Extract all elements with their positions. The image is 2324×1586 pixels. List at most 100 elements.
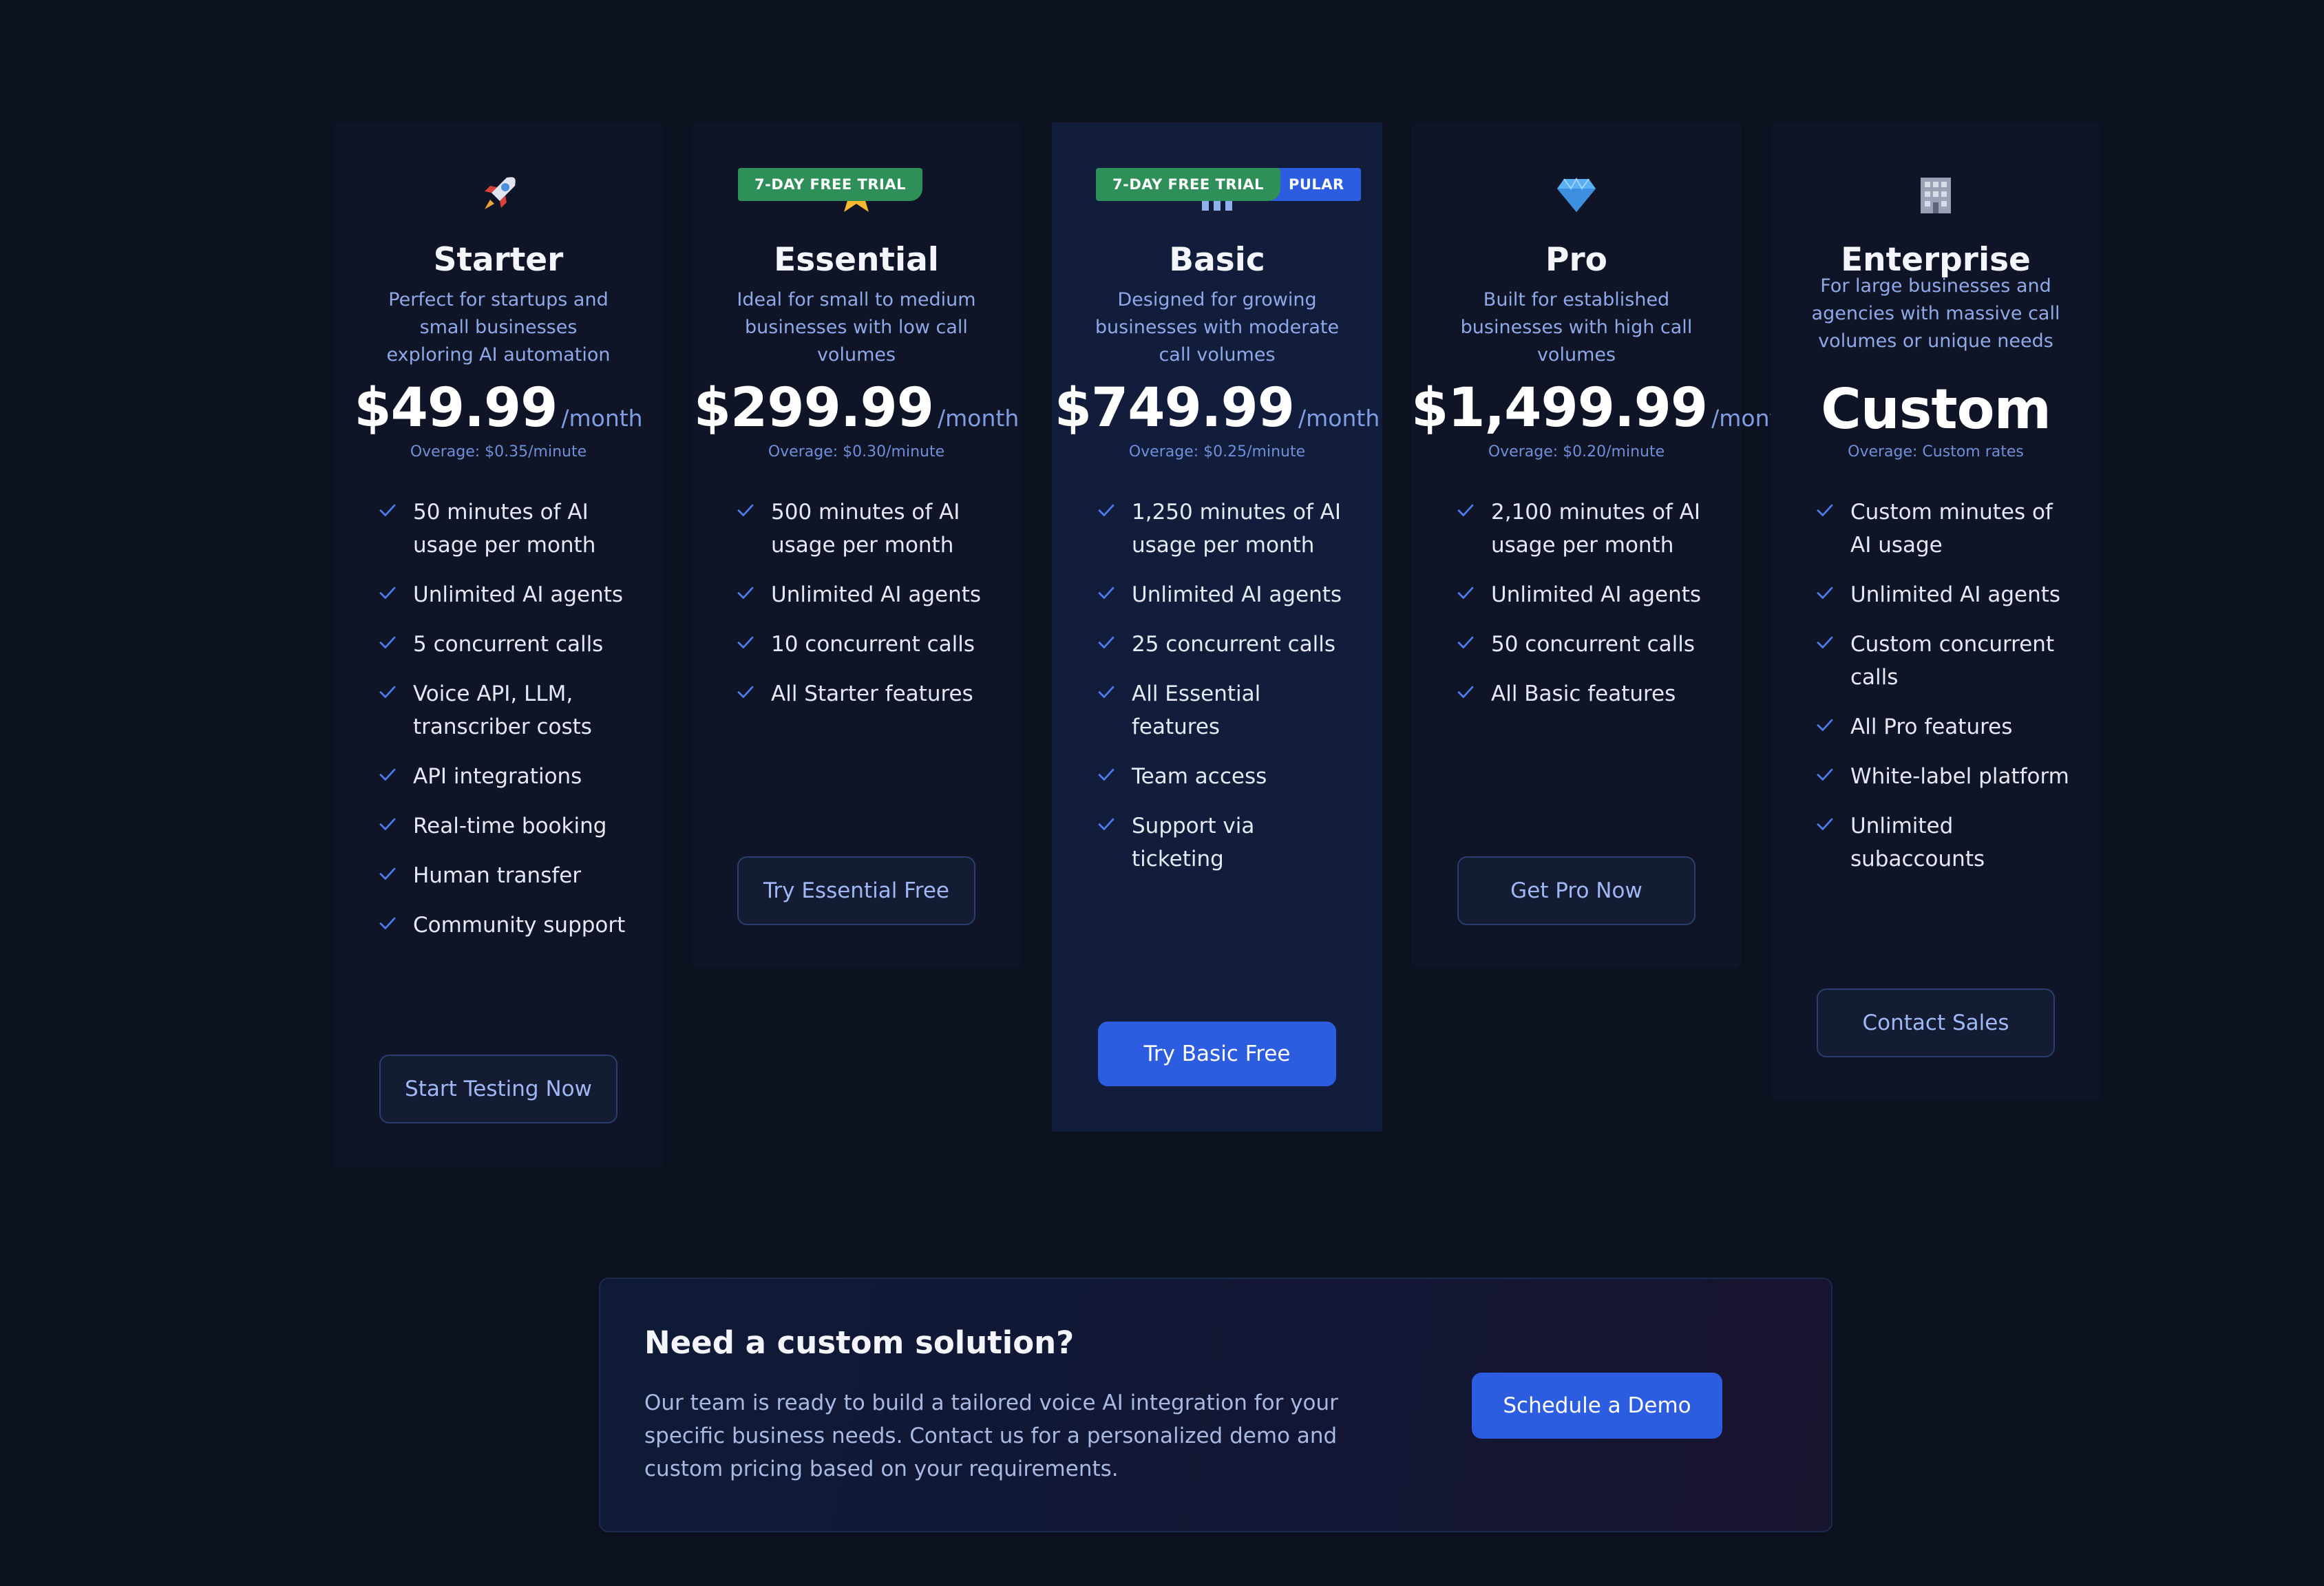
- feature-text: All Essential features: [1132, 681, 1261, 739]
- feature-text: Team access: [1132, 764, 1267, 789]
- feature-item: 1,250 minutes of AI usage per month: [1096, 496, 1351, 562]
- custom-solution-body: Our team is ready to build a tailored vo…: [644, 1391, 1338, 1481]
- feature-item: Unlimited subaccounts: [1815, 810, 2069, 876]
- feature-item: 500 minutes of AI usage per month: [735, 496, 990, 562]
- check-icon: [379, 818, 396, 830]
- feature-item: All Essential features: [1096, 677, 1351, 743]
- check-icon: [1098, 768, 1115, 781]
- feature-text: 5 concurrent calls: [413, 632, 604, 657]
- feature-text: Community support: [413, 913, 626, 938]
- feature-text: Unlimited AI agents: [1491, 582, 1702, 607]
- contact-sales-button[interactable]: Contact Sales: [1817, 988, 2055, 1057]
- check-icon: [379, 504, 396, 516]
- check-icon: [737, 504, 754, 516]
- feature-item: Community support: [377, 909, 632, 942]
- feature-text: Custom concurrent calls: [1850, 632, 2055, 690]
- price-period: /month: [561, 405, 643, 432]
- check-icon: [1817, 719, 1833, 731]
- feature-text: 50 concurrent calls: [1491, 632, 1696, 657]
- feature-text: Human transfer: [413, 863, 582, 888]
- plan-description: Ideal for small to medium businesses wit…: [737, 289, 976, 366]
- plan-description: Designed for growing businesses with mod…: [1095, 289, 1340, 366]
- plan-description: Built for established businesses with hi…: [1460, 289, 1693, 366]
- check-icon: [1457, 686, 1474, 698]
- custom-solution-panel: Need a custom solution? Our team is read…: [599, 1278, 1832, 1532]
- plan-card-essential: 7-DAY FREE TRIAL Essential Ideal for sma…: [691, 123, 1022, 968]
- check-icon: [737, 686, 754, 698]
- feature-list: 1,250 minutes of AI usage per month Unli…: [1096, 496, 1351, 892]
- check-icon: [379, 586, 396, 599]
- plan-name: Pro: [1545, 241, 1607, 279]
- plan-name: Essential: [774, 241, 939, 279]
- schedule-demo-button[interactable]: Schedule a Demo: [1472, 1373, 1722, 1439]
- check-icon: [737, 636, 754, 648]
- feature-item: All Basic features: [1455, 677, 1710, 710]
- check-icon: [1817, 818, 1833, 830]
- feature-item: White-label platform: [1815, 760, 2069, 793]
- overage-rate: Overage: Custom rates: [1848, 443, 2024, 461]
- feature-list: 50 minutes of AI usage per month Unlimit…: [377, 496, 632, 958]
- feature-item: Real-time booking: [377, 810, 632, 843]
- plan-description: Perfect for startups and small businesse…: [386, 289, 611, 366]
- feature-text: Unlimited AI agents: [413, 582, 624, 607]
- feature-item: All Pro features: [1815, 710, 2069, 743]
- check-icon: [1817, 504, 1833, 516]
- feature-text: 25 concurrent calls: [1132, 632, 1336, 657]
- feature-list: 500 minutes of AI usage per month Unlimi…: [735, 496, 990, 727]
- feature-item: 25 concurrent calls: [1096, 628, 1351, 661]
- feature-text: White-label platform: [1850, 764, 2069, 789]
- plan-card-starter: Starter Perfect for startups and small b…: [333, 123, 664, 1167]
- feature-item: Team access: [1096, 760, 1351, 793]
- check-icon: [1098, 504, 1115, 516]
- feature-text: 50 minutes of AI usage per month: [413, 500, 596, 558]
- plan-description: For large businesses and agencies with m…: [1811, 275, 2060, 352]
- rocket-icon: [333, 167, 664, 222]
- check-icon: [1457, 586, 1474, 599]
- try-essential-button[interactable]: Try Essential Free: [737, 856, 975, 925]
- start-testing-button[interactable]: Start Testing Now: [379, 1055, 617, 1123]
- plan-name: Basic: [1169, 241, 1265, 279]
- plan-price: $299.99/month: [691, 377, 1022, 439]
- feature-text: Voice API, LLM, transcriber costs: [413, 681, 592, 739]
- feature-item: Custom minutes of AI usage: [1815, 496, 2069, 562]
- check-icon: [1098, 586, 1115, 599]
- check-icon: [737, 586, 754, 599]
- check-icon: [1098, 636, 1115, 648]
- check-icon: [1817, 636, 1833, 648]
- get-pro-button[interactable]: Get Pro Now: [1457, 856, 1696, 925]
- badge-group: 7-DAY FREE TRIAL: [738, 168, 922, 201]
- feature-list: 2,100 minutes of AI usage per month Unli…: [1455, 496, 1710, 727]
- plan-card-pro: Pro Built for established businesses wit…: [1411, 123, 1793, 968]
- feature-item: 2,100 minutes of AI usage per month: [1455, 496, 1710, 562]
- feature-item: Custom concurrent calls: [1815, 628, 2069, 694]
- plan-name: Starter: [433, 241, 564, 279]
- feature-text: 10 concurrent calls: [771, 632, 975, 657]
- plan-price: Custom: [1771, 377, 2101, 441]
- feature-item: Support via ticketing: [1096, 810, 1351, 876]
- office-building-icon: [1771, 167, 2101, 222]
- feature-item: 50 concurrent calls: [1455, 628, 1710, 661]
- feature-text: 500 minutes of AI usage per month: [771, 500, 960, 558]
- feature-text: 2,100 minutes of AI usage per month: [1491, 500, 1701, 558]
- check-icon: [1098, 818, 1115, 830]
- diamond-icon: [1411, 167, 1742, 222]
- feature-item: 5 concurrent calls: [377, 628, 632, 661]
- plan-card-enterprise: Enterprise For large businesses and agen…: [1771, 123, 2101, 1100]
- feature-text: All Basic features: [1491, 681, 1676, 706]
- check-icon: [379, 917, 396, 929]
- price-amount: $299.99: [693, 377, 934, 439]
- price-period: /month: [938, 405, 1020, 432]
- feature-text: API integrations: [413, 764, 582, 789]
- feature-item: Unlimited AI agents: [1455, 578, 1710, 611]
- check-icon: [379, 768, 396, 781]
- feature-text: Unlimited subaccounts: [1850, 814, 1985, 871]
- check-icon: [379, 686, 396, 698]
- free-trial-badge: 7-DAY FREE TRIAL: [738, 168, 922, 201]
- custom-solution-title: Need a custom solution?: [644, 1324, 1075, 1361]
- popular-badge: PULAR: [1270, 168, 1361, 201]
- check-icon: [379, 636, 396, 648]
- feature-text: Custom minutes of AI usage: [1850, 500, 2053, 558]
- feature-text: 1,250 minutes of AI usage per month: [1132, 500, 1342, 558]
- overage-rate: Overage: $0.20/minute: [1488, 443, 1665, 461]
- try-basic-button[interactable]: Try Basic Free: [1098, 1022, 1336, 1086]
